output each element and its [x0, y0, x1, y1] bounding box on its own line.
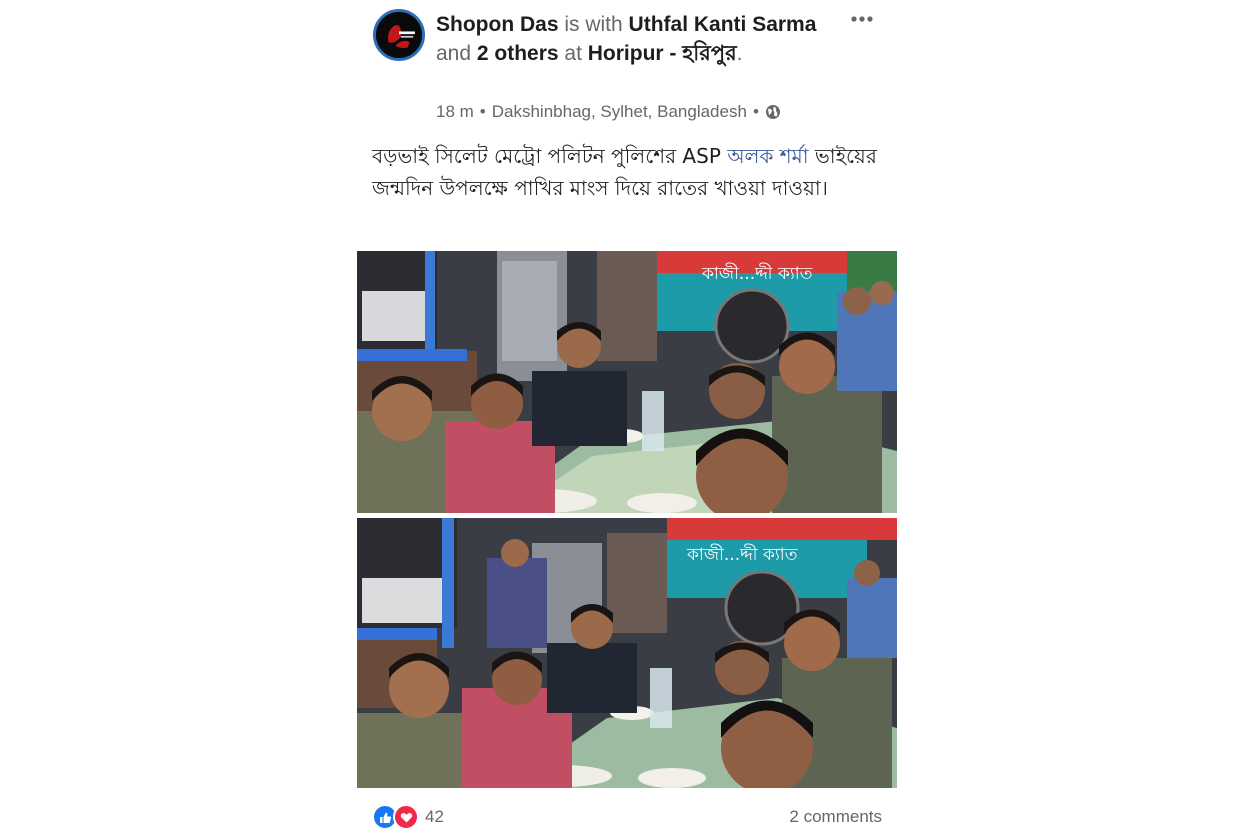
globe-icon[interactable] [765, 104, 781, 120]
post-footer: 42 2 comments [372, 800, 882, 834]
and-text: and [436, 42, 477, 65]
tagged-person-link[interactable]: Uthfal Kanti Sarma [629, 13, 817, 36]
meta-separator-2: • [752, 102, 759, 121]
post-photo-1[interactable]: কাজী...দ্দী ক্যাত [357, 251, 897, 513]
photo-sign-text-2: কাজী...দ্দী ক্যাত [686, 544, 798, 565]
post-card: Shopon Das is with Uthfal Kanti Sarma an… [356, 0, 898, 835]
period-text: . [736, 42, 743, 65]
caption-mention-link[interactable]: অলক শর্মা [727, 144, 808, 168]
love-icon [393, 804, 419, 830]
post-location[interactable]: Dakshinbhag, Sylhet, Bangladesh [492, 102, 747, 122]
post-meta: 18 m • Dakshinbhag, Sylhet, Bangladesh • [436, 100, 781, 124]
more-options-icon[interactable] [850, 12, 874, 26]
post-photo-2[interactable]: কাজী...দ্দী ক্যাত [357, 518, 897, 788]
caption-text: বড়ভাই সিলেট মেট্রো পলিটন পুলিশের ASP [372, 144, 728, 168]
post-caption: বড়ভাই সিলেট মেট্রো পলিটন পুলিশের ASP অল… [372, 140, 892, 204]
author-avatar[interactable] [373, 9, 425, 61]
post-time[interactable]: 18 m [436, 102, 474, 122]
author-name-link[interactable]: Shopon Das [436, 13, 559, 36]
place-link[interactable]: Horipur - হরিপুর [588, 42, 737, 65]
reaction-icons [372, 804, 419, 830]
comments-count-link[interactable]: 2 comments [789, 807, 882, 827]
reactions-summary[interactable]: 42 [372, 804, 444, 830]
meta-separator: • [479, 102, 486, 121]
post-header: Shopon Das is with Uthfal Kanti Sarma an… [436, 10, 836, 68]
reaction-count: 42 [425, 807, 444, 826]
at-text: at [558, 42, 588, 65]
others-link[interactable]: 2 others [477, 42, 559, 65]
photo-sign-text-1: কাজী...দ্দী ক্যাত [701, 263, 813, 284]
with-text: is with [558, 13, 629, 36]
